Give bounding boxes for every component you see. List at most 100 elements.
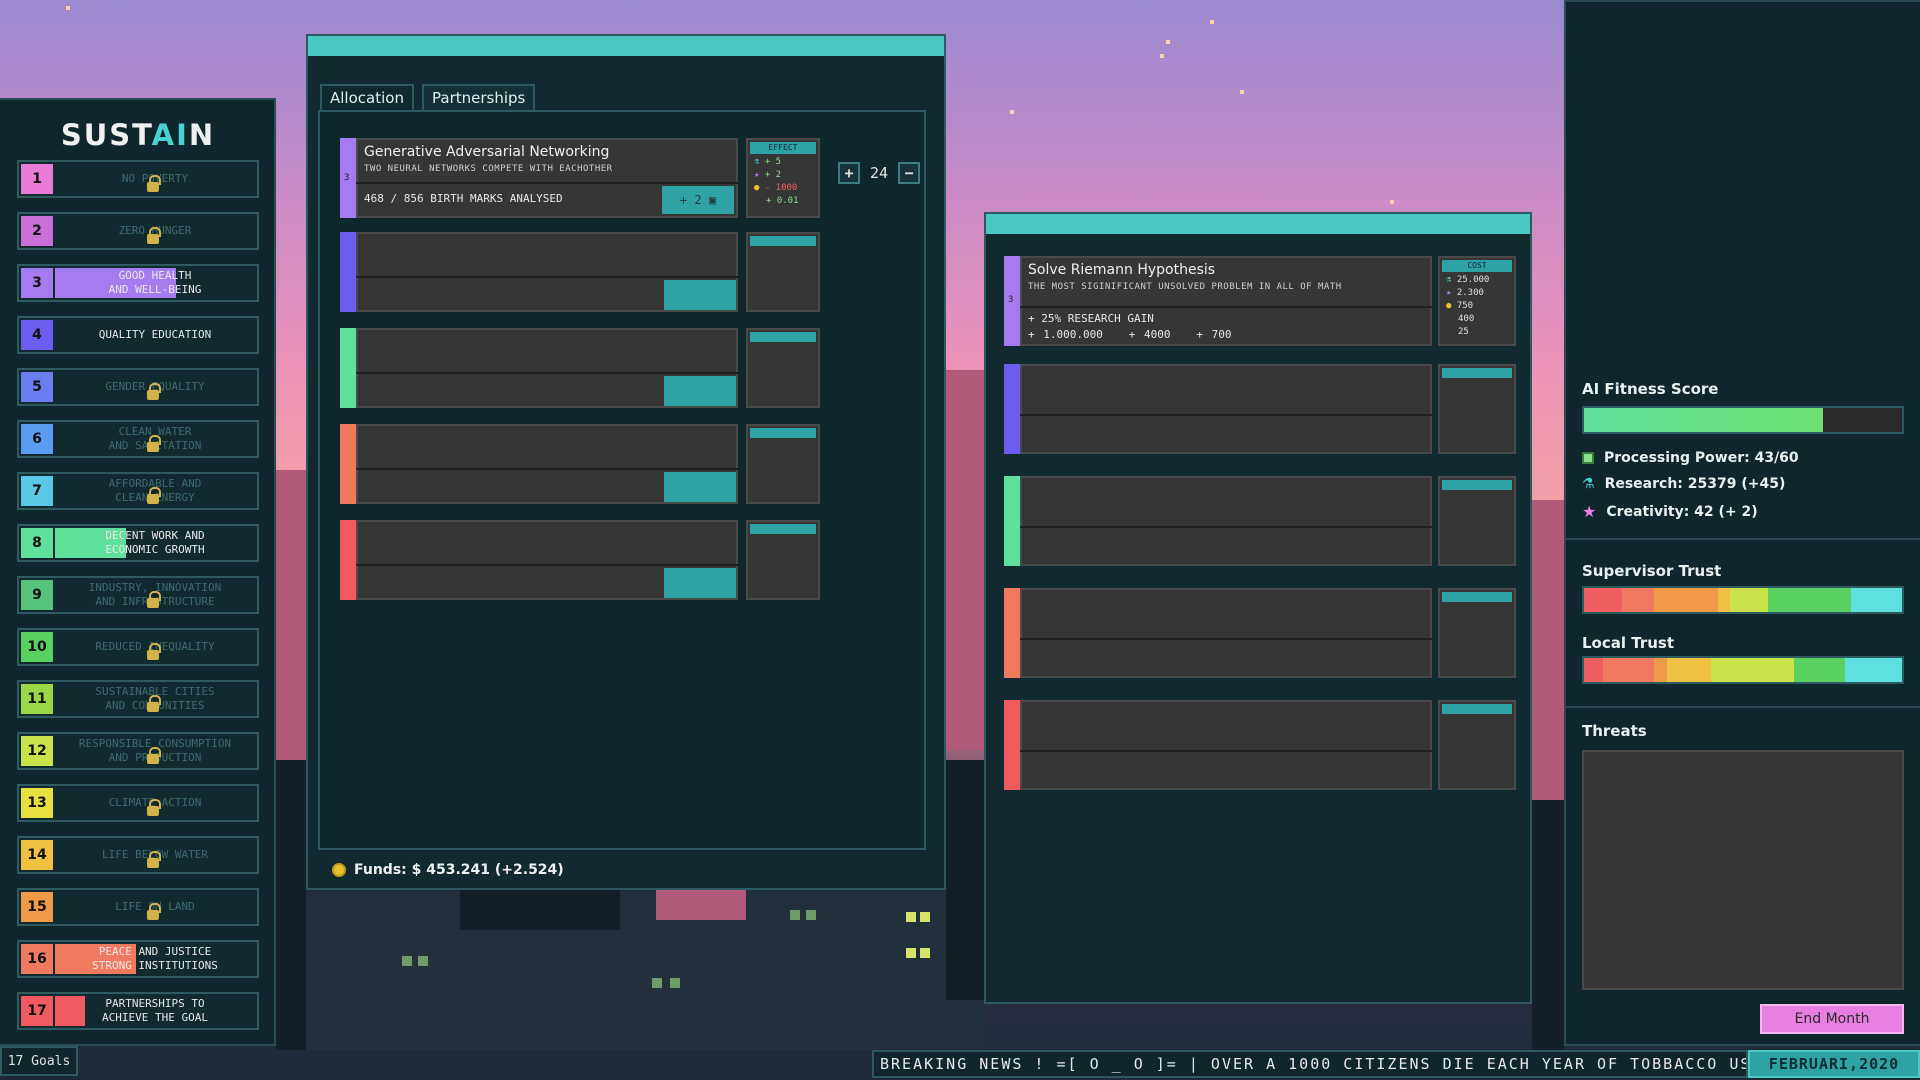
star-icon: ★ xyxy=(1446,288,1452,298)
slot-box xyxy=(1020,364,1432,454)
funds-text: Funds: $ 453.241 (+2.524) xyxy=(354,862,564,878)
window-light xyxy=(906,948,916,958)
goal-item-3[interactable]: 3 GOOD HEALTH AND WELL-BEING xyxy=(17,264,259,302)
lock-icon xyxy=(147,643,161,660)
star xyxy=(1166,40,1170,44)
effect-label: EFFECT xyxy=(750,142,816,154)
slot-side xyxy=(1438,476,1516,566)
funds-display: Funds: $ 453.241 (+2.524) xyxy=(332,862,564,878)
goal-label: QUALITY EDUCATION xyxy=(98,328,212,341)
slot-strip xyxy=(1442,704,1512,714)
slot-side xyxy=(1438,700,1516,790)
goal-number: 9 xyxy=(21,580,53,610)
research-gain: + 25% RESEARCH GAIN xyxy=(1028,312,1154,325)
processing-badge: + 2 ▣ xyxy=(662,186,734,214)
goal-item-1[interactable]: 1 NO POVERTY xyxy=(17,160,259,198)
goal-number: 2 xyxy=(21,216,53,246)
slot-tint xyxy=(340,328,356,408)
allocation-stepper: + 24 − xyxy=(838,160,921,186)
goal-item-8[interactable]: 8 DECENT WORK AND ECONOMIC GROWTH xyxy=(17,524,259,562)
end-month-button[interactable]: End Month xyxy=(1760,1004,1904,1034)
slot-divider xyxy=(356,468,738,470)
goal-item-5[interactable]: 5 GENDER EQUALITY xyxy=(17,368,259,406)
cost-panel: COST ⚗ 25.000 ★ 2.300 ● 750 400 25 xyxy=(1438,256,1516,346)
building xyxy=(1532,500,1564,800)
goal-item-14[interactable]: 14LIFE BELOW WATER xyxy=(17,836,259,874)
project-divider xyxy=(1020,306,1432,308)
empty-project-slot[interactable] xyxy=(340,328,820,408)
increase-button[interactable]: + xyxy=(838,162,860,184)
slot-divider xyxy=(1020,526,1432,528)
research-project[interactable]: 3 Solve Riemann Hypothesis THE MOST SIGI… xyxy=(1004,256,1516,346)
goal-item-17[interactable]: 17 PARTNERSHIPS TO ACHIEVE THE GOAL xyxy=(17,992,259,1030)
tab-partnerships[interactable]: Partnerships xyxy=(422,84,536,112)
decrease-button[interactable]: − xyxy=(898,162,921,184)
empty-project-slot[interactable] xyxy=(1004,364,1516,454)
allocation-body: 3 Generative Adversarial Networking TWO … xyxy=(318,110,926,850)
goal-number: 5 xyxy=(21,372,53,402)
goal-item-11[interactable]: 11 SUSTAINABLE CITIES AND COMMUNITIES xyxy=(17,680,259,718)
research-rewards: + 1.000.000 + 4000 + 700 xyxy=(1028,328,1232,341)
empty-project-slot[interactable] xyxy=(340,232,820,312)
coin-icon: ● xyxy=(1446,301,1452,311)
window-light xyxy=(670,978,680,988)
project-level: 3 xyxy=(344,173,350,183)
goal-item-4[interactable]: 4 QUALITY EDUCATION xyxy=(17,316,259,354)
news-ticker: BREAKING NEWS ! =[ O _ O ]= | OVER A 100… xyxy=(872,1050,1748,1078)
empty-project-slot[interactable] xyxy=(1004,588,1516,678)
active-project[interactable]: 3 Generative Adversarial Networking TWO … xyxy=(340,138,820,218)
goal-item-2[interactable]: 2 ZERO HUNGER xyxy=(17,212,259,250)
goal-item-9[interactable]: 9 INDUSTRY, INNOVATION AND INFRASTRUCTURE xyxy=(17,576,259,614)
goal-item-7[interactable]: 7 AFFORDABLE AND CLEAN ENERGY xyxy=(17,472,259,510)
divider xyxy=(1566,538,1920,540)
slot-tint xyxy=(340,424,356,504)
goal-item-12[interactable]: 12 RESPONSIBLE CONSUMPTION AND PRODUCTION xyxy=(17,732,259,770)
empty-project-slot[interactable] xyxy=(340,520,820,600)
goal-item-15[interactable]: 15LIFE ON LAND xyxy=(17,888,259,926)
slot-strip xyxy=(750,428,816,438)
effect-funds: ● - 1000 xyxy=(754,183,798,193)
slot-divider xyxy=(1020,750,1432,752)
project-tint: 3 xyxy=(1004,256,1020,346)
empty-project-slot[interactable] xyxy=(1004,476,1516,566)
slot-divider xyxy=(1020,414,1432,416)
chip-icon xyxy=(1582,452,1594,464)
goal-item-16[interactable]: 16 PEACE AND JUSTICE STRONG INSTITUTIONS xyxy=(17,940,259,978)
window-light xyxy=(418,956,428,966)
lock-icon xyxy=(147,591,161,608)
goal-item-6[interactable]: 6 CLEAN WATER AND SANITATION xyxy=(17,420,259,458)
empty-project-slot[interactable] xyxy=(340,424,820,504)
window-light xyxy=(920,912,930,922)
building xyxy=(656,890,746,920)
slot-side xyxy=(746,520,820,600)
window-header[interactable] xyxy=(308,36,944,56)
flask-icon: ⚗ xyxy=(1582,476,1595,492)
slot-side xyxy=(746,424,820,504)
cost-label: COST xyxy=(1442,260,1512,272)
empty-project-slot[interactable] xyxy=(1004,700,1516,790)
lock-icon xyxy=(147,175,161,192)
goal-label: GOOD HEALTH AND WELL-BEING xyxy=(108,269,202,296)
effect-creativity: ★ + 2 xyxy=(754,170,782,180)
goal-item-10[interactable]: 10 REDUCED INEQUALITY xyxy=(17,628,259,666)
window-header[interactable] xyxy=(986,214,1530,234)
project-title: Generative Adversarial Networking xyxy=(364,144,610,160)
project-level: 3 xyxy=(1008,295,1014,305)
slot-tint xyxy=(1004,588,1020,678)
fitness-fill xyxy=(1584,408,1823,432)
goals-count-tab[interactable]: 17 Goals xyxy=(0,1046,78,1076)
slot-allocation xyxy=(664,280,736,310)
slot-strip xyxy=(750,332,816,342)
tab-allocation[interactable]: Allocation xyxy=(320,84,414,112)
slot-strip xyxy=(750,524,816,534)
threats-box xyxy=(1582,750,1904,990)
slot-allocation xyxy=(664,568,736,598)
threats-title: Threats xyxy=(1582,722,1647,740)
local-trust-bar xyxy=(1582,656,1904,684)
project-title: Solve Riemann Hypothesis xyxy=(1028,262,1216,278)
slot-box xyxy=(1020,700,1432,790)
slot-divider xyxy=(356,564,738,566)
goal-item-13[interactable]: 13 CLIMATE ACTION xyxy=(17,784,259,822)
slot-side xyxy=(1438,364,1516,454)
slot-side xyxy=(1438,588,1516,678)
